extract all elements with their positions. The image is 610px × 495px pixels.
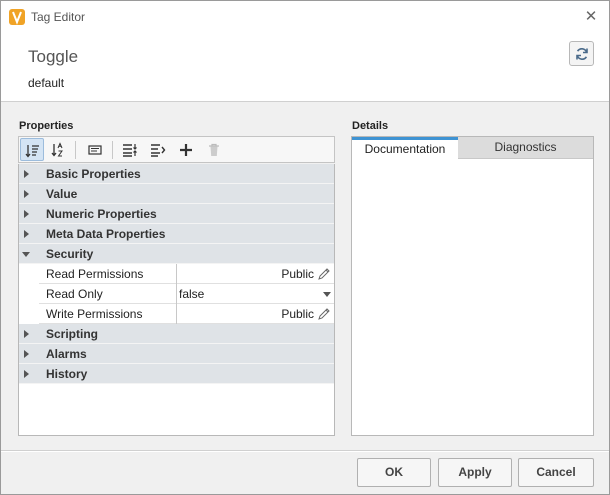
properties-label: Properties <box>19 120 74 132</box>
details-panel: Documentation Diagnostics <box>351 136 594 436</box>
tag-header: Toggle default <box>1 33 609 101</box>
refresh-button[interactable] <box>569 41 594 66</box>
cancel-button[interactable]: Cancel <box>518 458 594 487</box>
caret-right-icon <box>24 170 29 178</box>
property-write-permissions: Write Permissions Public <box>19 304 334 324</box>
sort-alphabetical-icon <box>51 142 63 157</box>
sort-categorized-icon <box>25 145 39 158</box>
expand-all-icon <box>123 144 137 157</box>
collapse-all-button[interactable] <box>146 138 170 161</box>
category-label: History <box>46 367 88 381</box>
tag-editor-window: Tag Editor ✕ Toggle default Properties D… <box>0 0 610 495</box>
category-label: Security <box>46 247 94 261</box>
category-label: Basic Properties <box>46 167 141 181</box>
category-security[interactable]: Security <box>19 244 334 264</box>
add-icon <box>180 144 192 156</box>
category-value[interactable]: Value <box>19 184 334 204</box>
caret-right-icon <box>24 190 29 198</box>
tab-diagnostics[interactable]: Diagnostics <box>458 137 593 159</box>
property-read-only: Read Only false <box>19 284 334 304</box>
property-name: Read Permissions <box>46 267 144 281</box>
caret-right-icon <box>24 210 29 218</box>
property-read-permissions: Read Permissions Public <box>19 264 334 284</box>
add-property-button[interactable] <box>174 138 198 161</box>
category-label: Scripting <box>46 327 99 341</box>
property-value: false <box>179 287 205 301</box>
tag-provider: default <box>28 76 65 90</box>
property-name: Write Permissions <box>46 307 143 321</box>
category-basic-properties[interactable]: Basic Properties <box>19 164 334 184</box>
chevron-down-icon <box>323 292 331 297</box>
caret-right-icon <box>24 350 29 358</box>
expand-all-button[interactable] <box>118 138 142 161</box>
ok-button[interactable]: OK <box>357 458 431 487</box>
description-button[interactable] <box>83 138 107 161</box>
pencil-icon[interactable] <box>317 307 331 321</box>
pencil-icon[interactable] <box>317 267 331 281</box>
collapse-all-icon <box>151 144 166 157</box>
caret-right-icon <box>24 330 29 338</box>
category-scripting[interactable]: Scripting <box>19 324 334 344</box>
read-permissions-value[interactable]: Public <box>179 264 334 284</box>
dialog-footer: OK Apply Cancel <box>1 452 609 494</box>
property-value: Public <box>281 307 314 321</box>
title-bar: Tag Editor ✕ <box>1 1 609 33</box>
caret-down-icon <box>22 252 30 257</box>
tab-documentation[interactable]: Documentation <box>352 137 458 159</box>
property-grid: Basic Properties Value Numeric Propertie… <box>18 164 335 436</box>
ignition-logo-icon <box>9 9 25 25</box>
property-value: Public <box>281 267 314 281</box>
sort-alphabetical-button[interactable] <box>47 138 71 161</box>
caret-right-icon <box>24 370 29 378</box>
category-history[interactable]: History <box>19 364 334 384</box>
delete-icon <box>209 143 219 156</box>
description-icon <box>88 145 102 155</box>
sort-categorized-button[interactable] <box>20 138 44 161</box>
category-numeric-properties[interactable]: Numeric Properties <box>19 204 334 224</box>
details-label: Details <box>352 120 389 132</box>
window-title: Tag Editor <box>31 10 86 24</box>
property-name: Read Only <box>46 287 103 301</box>
category-label: Meta Data Properties <box>46 227 166 241</box>
category-meta-data-properties[interactable]: Meta Data Properties <box>19 224 334 244</box>
tag-name: Toggle <box>28 47 79 66</box>
refresh-icon <box>576 48 588 60</box>
category-alarms[interactable]: Alarms <box>19 344 334 364</box>
category-label: Numeric Properties <box>46 207 157 221</box>
category-label: Alarms <box>46 347 87 361</box>
close-icon: ✕ <box>584 8 598 25</box>
write-permissions-value[interactable]: Public <box>179 304 334 324</box>
editor-body: Properties Details Basic Properties Valu… <box>1 101 609 451</box>
caret-right-icon <box>24 230 29 238</box>
read-only-dropdown[interactable]: false <box>179 284 334 304</box>
apply-button[interactable]: Apply <box>438 458 512 487</box>
properties-toolbar <box>18 136 335 163</box>
close-button[interactable]: ✕ <box>581 7 601 27</box>
category-label: Value <box>46 187 78 201</box>
delete-property-button[interactable] <box>202 138 226 161</box>
